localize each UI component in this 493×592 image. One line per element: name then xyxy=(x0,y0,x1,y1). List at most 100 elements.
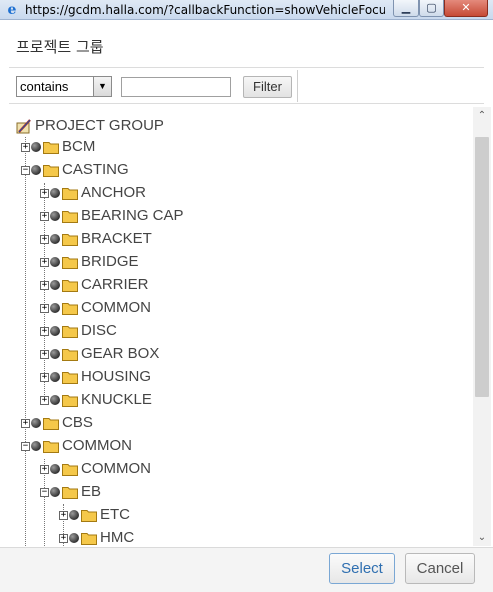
folder-icon xyxy=(62,280,78,292)
expand-icon[interactable]: + xyxy=(40,188,49,198)
tree-node-knuckle[interactable]: + KNUCKLE xyxy=(40,390,152,410)
tree-node-bearing-cap[interactable]: + BEARING CAP xyxy=(40,206,184,226)
folder-icon xyxy=(43,418,59,430)
scroll-up-icon[interactable]: ⌃ xyxy=(473,107,491,124)
close-button[interactable]: ✕ xyxy=(444,0,488,17)
tree-node-housing[interactable]: + HOUSING xyxy=(40,367,151,387)
folder-icon xyxy=(62,211,78,223)
folder-icon xyxy=(81,510,97,522)
tree-node-label: PROJECT GROUP xyxy=(35,117,164,134)
scroll-thumb[interactable] xyxy=(475,137,489,397)
tree-node-label: COMMON xyxy=(62,437,132,454)
tree-node-anchor[interactable]: + ANCHOR xyxy=(40,183,146,203)
node-bullet-icon xyxy=(50,257,60,267)
tree-node-cbs[interactable]: + CBS xyxy=(21,413,93,433)
expand-icon[interactable]: + xyxy=(21,418,30,428)
node-bullet-icon xyxy=(50,487,60,497)
tree-node-disc[interactable]: + DISC xyxy=(40,321,117,341)
folder-icon xyxy=(62,464,78,476)
cancel-button[interactable]: Cancel xyxy=(405,553,475,584)
expand-icon[interactable]: + xyxy=(40,349,49,359)
node-bullet-icon xyxy=(50,211,60,221)
tree-scrollbar[interactable]: ⌃ ⌄ xyxy=(473,107,491,546)
node-bullet-icon xyxy=(50,326,60,336)
filter-toolbar: contains ▼ Filter xyxy=(9,67,484,104)
folder-icon xyxy=(43,441,59,453)
select-button[interactable]: Select xyxy=(329,553,395,584)
folder-icon xyxy=(62,372,78,384)
expand-icon[interactable]: + xyxy=(59,510,68,520)
tree-node-label: CASTING xyxy=(62,161,129,178)
tree-node-label: HMC xyxy=(100,529,135,546)
tree-node-label: EB xyxy=(81,483,102,500)
chevron-down-icon[interactable]: ▼ xyxy=(93,77,111,96)
tree-node-label: COMMON xyxy=(81,299,151,316)
tree-node-common-root[interactable]: − COMMON xyxy=(21,436,132,456)
project-group-icon xyxy=(16,119,31,134)
project-group-tree: PROJECT GROUP + BCM − CASTING + ANCHOR + xyxy=(8,107,491,546)
node-bullet-icon xyxy=(50,234,60,244)
expand-icon[interactable]: + xyxy=(40,211,49,221)
tree-node-bridge[interactable]: + BRIDGE xyxy=(40,252,139,272)
folder-icon xyxy=(62,326,78,338)
tree-node-common[interactable]: + COMMON xyxy=(40,298,151,318)
collapse-icon[interactable]: − xyxy=(40,487,49,497)
tree-node-bracket[interactable]: + BRACKET xyxy=(40,229,152,249)
folder-icon xyxy=(62,234,78,246)
window-titlebar: e https://gcdm.halla.com/?callbackFuncti… xyxy=(0,0,493,20)
maximize-button[interactable]: ▢ xyxy=(419,0,444,17)
expand-icon[interactable]: + xyxy=(59,533,68,543)
folder-icon xyxy=(62,188,78,200)
dialog-title: 프로젝트 그룹 xyxy=(16,38,104,56)
collapse-icon[interactable]: − xyxy=(21,165,30,175)
tree-node-label: BEARING CAP xyxy=(81,207,184,224)
tree-node-eb[interactable]: − EB xyxy=(40,482,101,502)
expand-icon[interactable]: + xyxy=(40,280,49,290)
expand-icon[interactable]: + xyxy=(40,303,49,313)
collapse-icon[interactable]: − xyxy=(21,441,30,451)
tree-node-common-child[interactable]: + COMMON xyxy=(40,459,151,479)
toolbar-divider xyxy=(297,70,298,102)
folder-icon xyxy=(43,165,59,177)
browser-icon: e xyxy=(7,2,17,18)
filter-query-input[interactable] xyxy=(121,77,231,97)
tree-node-bcm[interactable]: + BCM xyxy=(21,137,95,157)
node-bullet-icon xyxy=(50,349,60,359)
tree-node-casting[interactable]: − CASTING xyxy=(21,160,129,180)
tree-node-label: CBS xyxy=(62,414,93,431)
folder-icon xyxy=(43,142,59,154)
tree-node-gear-box[interactable]: + GEAR BOX xyxy=(40,344,159,364)
expand-icon[interactable]: + xyxy=(40,257,49,267)
expand-icon[interactable]: + xyxy=(40,395,49,405)
node-bullet-icon xyxy=(69,533,79,543)
tree-node-hmc[interactable]: + HMC xyxy=(59,528,134,546)
minimize-button[interactable]: ▁ xyxy=(393,0,419,17)
node-bullet-icon xyxy=(31,142,41,152)
tree-node-label: HOUSING xyxy=(81,368,152,385)
tree-node-label: ANCHOR xyxy=(81,184,147,201)
tree-node-etc[interactable]: + ETC xyxy=(59,505,130,525)
tree-node-label: KNUCKLE xyxy=(81,391,152,408)
tree-node-label: DISC xyxy=(81,322,117,339)
expand-icon[interactable]: + xyxy=(40,372,49,382)
folder-icon xyxy=(62,487,78,499)
filter-button[interactable]: Filter xyxy=(243,76,292,98)
window-url: https://gcdm.halla.com/?callbackFunction… xyxy=(25,3,385,17)
node-bullet-icon xyxy=(69,510,79,520)
tree-node-label: COMMON xyxy=(81,460,151,477)
folder-icon xyxy=(62,303,78,315)
expand-icon[interactable]: + xyxy=(40,464,49,474)
node-bullet-icon xyxy=(50,303,60,313)
tree-node-carrier[interactable]: + CARRIER xyxy=(40,275,149,295)
node-bullet-icon xyxy=(50,188,60,198)
scroll-down-icon[interactable]: ⌄ xyxy=(473,529,491,546)
tree-root[interactable]: PROJECT GROUP xyxy=(16,116,164,136)
folder-icon xyxy=(62,395,78,407)
node-bullet-icon xyxy=(31,441,41,451)
filter-operator-select[interactable]: contains ▼ xyxy=(16,76,112,97)
expand-icon[interactable]: + xyxy=(40,234,49,244)
folder-icon xyxy=(62,257,78,269)
tree-node-label: BRIDGE xyxy=(81,253,139,270)
expand-icon[interactable]: + xyxy=(21,142,30,152)
expand-icon[interactable]: + xyxy=(40,326,49,336)
